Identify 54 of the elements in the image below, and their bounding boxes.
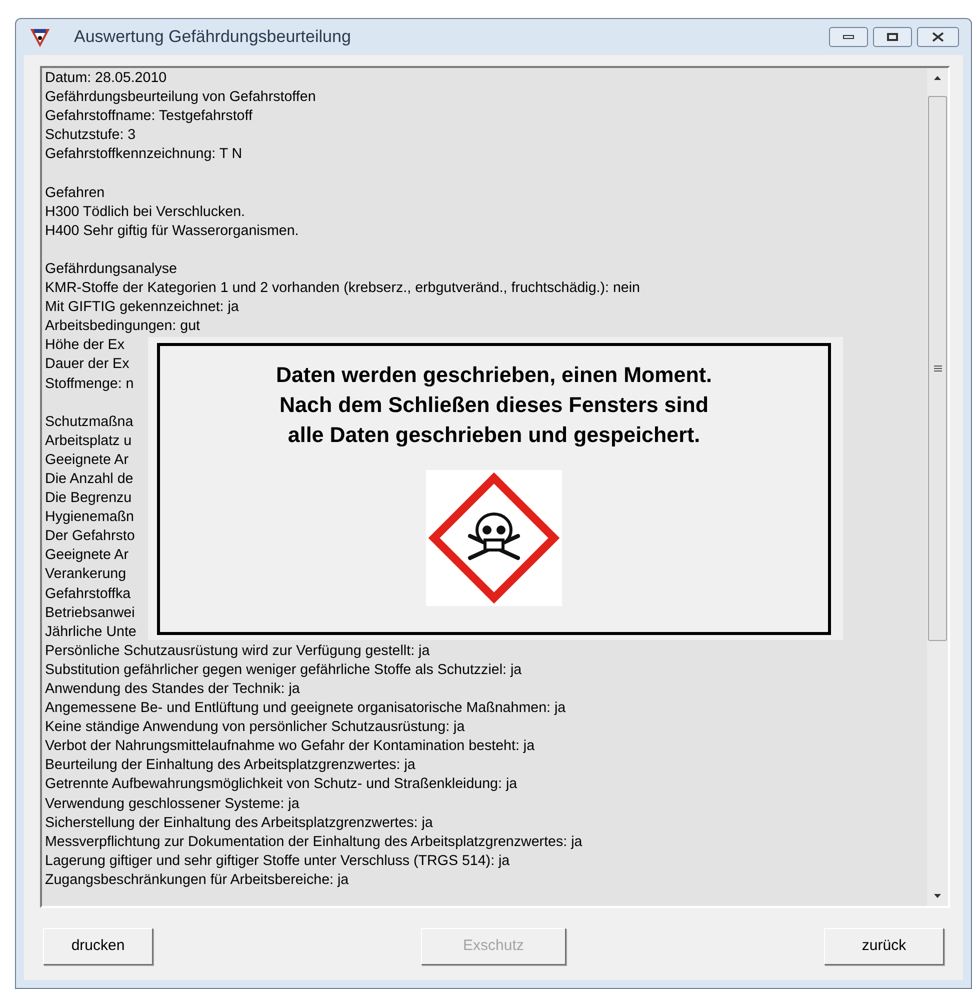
close-button[interactable] (917, 27, 959, 47)
report-line: Substitution gefährlicher gegen weniger gefährliche Stoffe als Schutzziel: ja (45, 660, 522, 680)
report-line: Gefahrstoffka (45, 584, 131, 604)
report-line: Lagerung giftiger und sehr giftiger Stoffe unter Verschluss (TRGS 514): ja (45, 852, 510, 871)
report-line: Schutzstufe: 3 (45, 126, 136, 146)
report-line: Hygienemaßn (45, 508, 134, 528)
report-line: Verbot der Nahrungsmittelaufnahme wo Gefahr der Kontamination besteht: ja (45, 737, 535, 756)
scroll-thumb[interactable] (928, 96, 947, 641)
report-line: Der Gefahrsto (45, 527, 135, 546)
scrollbar[interactable] (927, 68, 948, 906)
report-line: KMR-Stoffe der Kategorien 1 und 2 vorhanden (krebserz., erbgutveränd., fruchtschädig.): nein (45, 279, 640, 298)
report-line: Die Begrenzu (45, 489, 132, 508)
report-line: Mit GIFTIG gekennzeichnet: ja (45, 298, 239, 318)
report-line: Schutzmaßna (45, 412, 134, 432)
report-line: Verwendung geschlossener Systeme: ja (45, 794, 300, 814)
report-line: Datum: 28.05.2010 (45, 69, 167, 88)
report-line: Angemessene Be- und Entlüftung und geeignete organisatorische Maßnahmen: ja (45, 699, 566, 718)
close-icon (932, 32, 944, 42)
report-line: Verankerung (45, 565, 126, 584)
report-line: H400 Sehr giftig für Wasserorganismen. (45, 222, 299, 241)
message-text: Nach dem Schließen dieses Fensters sind (280, 392, 708, 419)
grip-icon (934, 365, 942, 372)
report-line: Gefahrstoffkennzeichnung: T N (45, 145, 242, 164)
report-line: Gefahrstoffname: Testgefahrstoff (45, 107, 252, 126)
report-line: Jährliche Unte (45, 622, 136, 642)
window-title: Auswertung Gefährdungsbeurteilung (74, 26, 351, 48)
report-line: Beurteilung der Einhaltung des Arbeitsplatzgrenzwertes: ja (45, 756, 416, 776)
report-line: Höhe der Ex (45, 336, 124, 356)
report-line: H300 Tödlich bei Verschlucken. (45, 202, 246, 222)
dialog-button[interactable]: drucken (43, 928, 153, 965)
report-line: Keine ständige Anwendung von persönlicher Schutzausrüstung: ja (45, 718, 465, 738)
maximize-button[interactable] (873, 27, 912, 47)
report-line: Stoffmenge: n (45, 374, 134, 394)
message-text: Daten werden geschrieben, einen Moment. (276, 362, 712, 389)
report-line: Zugangsbeschränkungen für Arbeitsbereiche: ja (45, 870, 349, 890)
report-line: Arbeitsplatz u (45, 432, 132, 451)
report-line: Die Anzahl de (45, 470, 134, 489)
report-line: Sicherstellung der Einhaltung des Arbeitsplatzgrenzwertes: ja (45, 814, 433, 833)
report-line: Anwendung des Standes der Technik: ja (45, 680, 300, 699)
report-line: Geeignete Ar (45, 546, 128, 566)
report-line: Arbeitsbedingungen: gut (45, 317, 200, 336)
report-line: Getrennte Aufbewahrungsmöglichkeit von Schutz- und Straßenkleidung: ja (45, 775, 518, 794)
report-line: Gefährdungsbeurteilung von Gefahrstoffen (45, 88, 316, 108)
dialog-button[interactable]: zurück (824, 928, 944, 965)
report-line: Persönliche Schutzausrüstung wird zur Verfügung gestellt: ja (45, 642, 430, 661)
report-line: Dauer der Ex (45, 355, 130, 374)
report-line: Gefährdungsanalyse (45, 260, 177, 279)
report-line: Betriebsanwei (45, 604, 135, 623)
report-line: Messverpflichtung zur Dokumentation der Einhaltung des Arbeitsplatzgrenzwertes: ja (45, 832, 582, 852)
minimize-button[interactable] (829, 27, 868, 47)
message-text: alle Daten geschrieben und gespeichert. (288, 422, 700, 449)
skull-crossbones-hazard-icon (426, 470, 562, 606)
report-line: Geeignete Ar (45, 450, 128, 470)
report-line: Gefahren (45, 184, 105, 203)
